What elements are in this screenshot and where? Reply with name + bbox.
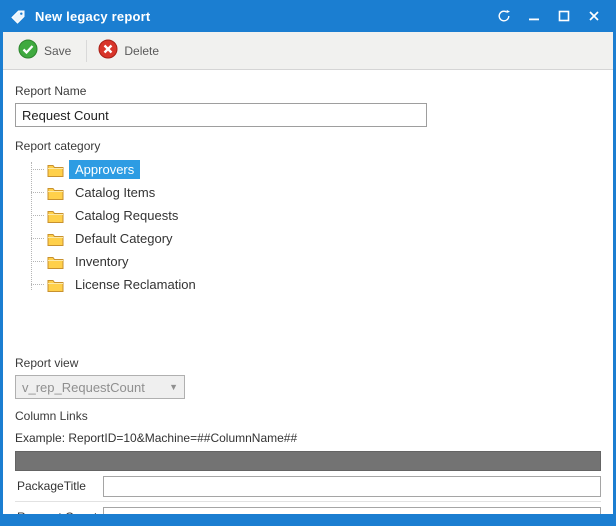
folder-icon	[47, 278, 64, 292]
report-view-label: Report view	[15, 356, 601, 370]
folder-icon	[47, 232, 64, 246]
report-name-input[interactable]	[15, 103, 427, 127]
delete-button[interactable]: Delete	[91, 34, 170, 67]
folder-icon	[47, 186, 64, 200]
tree-item-label: Default Category	[69, 229, 179, 248]
toolbar-divider	[86, 40, 87, 62]
window-controls	[497, 9, 601, 23]
maximize-icon[interactable]	[557, 9, 571, 23]
delete-x-icon	[98, 39, 118, 62]
save-button[interactable]: Save	[11, 34, 82, 67]
save-label: Save	[44, 44, 71, 58]
column-links-label: Column Links	[15, 409, 601, 423]
grid-row-label: PackageTitle	[15, 479, 103, 493]
tree-item-default-category[interactable]: Default Category	[31, 227, 601, 250]
folder-icon	[47, 163, 64, 177]
report-category-label: Report category	[15, 139, 601, 153]
request-count-input[interactable]	[103, 507, 601, 515]
tree-item-approvers[interactable]: Approvers	[31, 158, 601, 181]
delete-label: Delete	[124, 44, 159, 58]
tree-item-catalog-items[interactable]: Catalog Items	[31, 181, 601, 204]
titlebar: New legacy report	[3, 0, 613, 32]
column-links-grid: PackageTitle Request Count	[15, 451, 601, 514]
tree-item-catalog-requests[interactable]: Catalog Requests	[31, 204, 601, 227]
packagetitle-input[interactable]	[103, 476, 601, 497]
folder-icon	[47, 209, 64, 223]
report-name-label: Report Name	[15, 84, 601, 98]
dialog-window: New legacy report Save	[0, 0, 616, 526]
tree-item-label: Inventory	[69, 252, 134, 271]
tree-item-license-reclamation[interactable]: License Reclamation	[31, 273, 601, 296]
column-links-example: Example: ReportID=10&Machine=##ColumnNam…	[15, 431, 601, 445]
report-view-value: v_rep_RequestCount	[22, 380, 145, 395]
folder-icon	[47, 255, 64, 269]
report-tag-icon	[9, 7, 27, 25]
tree-item-label: License Reclamation	[69, 275, 202, 294]
grid-row-packagetitle: PackageTitle	[15, 471, 601, 502]
tree-item-inventory[interactable]: Inventory	[31, 250, 601, 273]
grid-row-request-count: Request Count	[15, 502, 601, 514]
grid-header	[15, 451, 601, 471]
window-title: New legacy report	[35, 9, 489, 24]
chevron-down-icon: ▼	[169, 382, 178, 392]
tree-item-label: Catalog Items	[69, 183, 161, 202]
tree-item-label: Approvers	[69, 160, 140, 179]
close-icon[interactable]	[587, 9, 601, 23]
report-view-select[interactable]: v_rep_RequestCount ▼	[15, 375, 185, 399]
category-tree: Approvers Catalog Items Catalog Requests…	[31, 158, 601, 350]
tree-item-label: Catalog Requests	[69, 206, 184, 225]
minimize-icon[interactable]	[527, 9, 541, 23]
form-content: Report Name Report category Approvers Ca…	[3, 70, 613, 514]
toolbar: Save Delete	[3, 32, 613, 70]
refresh-icon[interactable]	[497, 9, 511, 23]
save-check-icon	[18, 39, 38, 62]
grid-row-label: Request Count	[15, 510, 103, 514]
